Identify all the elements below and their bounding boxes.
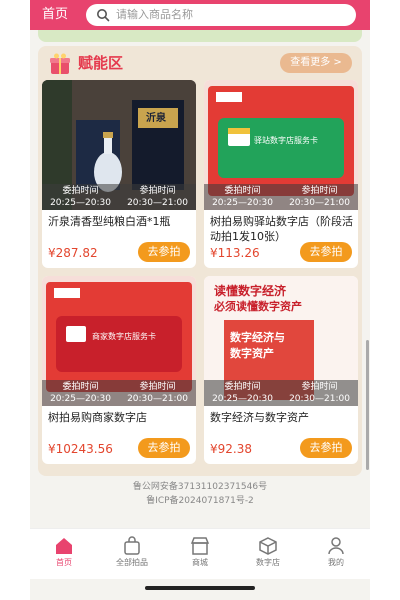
time-bar: 委拍时间 20:25—20:30 参拍时间 20:30—21:00	[42, 380, 196, 406]
bid-time-label: 参拍时间	[301, 186, 338, 196]
search-icon	[97, 9, 110, 22]
home-icon	[56, 538, 72, 554]
join-auction-button[interactable]: 去参拍	[300, 438, 352, 458]
nav-mall[interactable]: 商城	[166, 535, 234, 569]
consign-time: 委拍时间 20:25—20:30	[42, 382, 119, 405]
product-price: ¥92.38	[210, 442, 252, 456]
product-title: 数字经济与数字资产	[210, 411, 309, 424]
nav-mall-label: 商城	[192, 558, 208, 567]
bid-time: 参拍时间 20:30—21:00	[119, 186, 196, 209]
nav-mine-label: 我的	[328, 558, 344, 567]
page: 首页 请输入商品名称 赋能区 查看更多 > 沂泉 委拍时间 20:25—20:3…	[30, 0, 370, 600]
police-record: 鲁公网安备37131102371546号	[132, 482, 268, 492]
nav-all-items[interactable]: 全部拍品	[98, 535, 166, 569]
bid-time: 参拍时间 20:30—21:00	[281, 382, 358, 405]
nav-digital-store-label: 数字店	[256, 558, 280, 567]
bid-time-label: 参拍时间	[139, 382, 176, 392]
product-card[interactable]: 商家数字店服务卡 委拍时间 20:25—20:30 参拍时间 20:30—21:…	[42, 276, 196, 464]
empower-section: 赋能区 查看更多 > 沂泉 委拍时间 20:25—20:30 参拍时间 20:3…	[38, 46, 362, 476]
liquor-bottle-image: 沂泉 委拍时间 20:25—20:30 参拍时间 20:30—21:00	[42, 80, 196, 210]
bag-icon	[124, 536, 140, 555]
bid-time: 参拍时间 20:30—21:00	[119, 382, 196, 405]
product-title: 树拍易购商家数字店	[48, 411, 147, 424]
bid-time-value: 20:30—21:00	[289, 394, 350, 404]
consign-time: 委拍时间 20:25—20:30	[204, 186, 281, 209]
search-input[interactable]: 请输入商品名称	[86, 4, 356, 26]
book-title-text: 数字经济与数字资产	[230, 331, 285, 360]
book-headline-1: 读懂数字经济	[214, 284, 287, 298]
bottom-nav: 首页 全部拍品 商城 数字店 我的	[30, 528, 370, 579]
consign-time-label: 委拍时间	[224, 186, 261, 196]
time-bar: 委拍时间 20:25—20:30 参拍时间 20:30—21:00	[42, 184, 196, 210]
product-title: 沂泉清香型纯粮白酒*1瓶	[48, 215, 171, 228]
consign-time-label: 委拍时间	[62, 186, 99, 196]
user-icon	[328, 537, 344, 555]
book-cover-image: 读懂数字经济 必须读懂数字资产 数字经济与数字资产 委拍时间 20:25—20:…	[204, 276, 358, 406]
consign-time-value: 20:25—20:30	[50, 394, 111, 404]
service-card-text: 商家数字店服务卡	[92, 332, 156, 341]
green-service-card-image: 驿站数字店服务卡 委拍时间 20:25—20:30 参拍时间 20:30—21:…	[204, 80, 358, 210]
product-card[interactable]: 沂泉 委拍时间 20:25—20:30 参拍时间 20:30—21:00 沂泉清…	[42, 80, 196, 268]
product-title: 树拍易购驿站数字店（阶段活动拍1发10张）	[210, 215, 353, 243]
red-service-card-image: 商家数字店服务卡 委拍时间 20:25—20:30 参拍时间 20:30—21:…	[42, 276, 196, 406]
product-card[interactable]: 驿站数字店服务卡 委拍时间 20:25—20:30 参拍时间 20:30—21:…	[204, 80, 358, 268]
nav-home[interactable]: 首页	[30, 535, 98, 569]
bid-time-label: 参拍时间	[139, 186, 176, 196]
book-headline-2: 必须读懂数字资产	[214, 300, 302, 313]
nav-home-label: 首页	[56, 558, 72, 567]
scrollbar[interactable]	[366, 340, 369, 470]
consign-time: 委拍时间 20:25—20:30	[204, 382, 281, 405]
service-card-text: 驿站数字店服务卡	[254, 136, 318, 145]
shop-icon	[190, 537, 210, 555]
bid-time: 参拍时间 20:30—21:00	[281, 186, 358, 209]
bid-time-value: 20:30—21:00	[127, 198, 188, 208]
nav-digital-store[interactable]: 数字店	[234, 535, 302, 569]
product-card[interactable]: 读懂数字经济 必须读懂数字资产 数字经济与数字资产 委拍时间 20:25—20:…	[204, 276, 358, 464]
product-price: ¥113.26	[210, 246, 260, 260]
time-bar: 委拍时间 20:25—20:30 参拍时间 20:30—21:00	[204, 184, 358, 210]
consign-time-value: 20:25—20:30	[212, 394, 273, 404]
search-placeholder: 请输入商品名称	[116, 8, 193, 21]
nav-all-items-label: 全部拍品	[116, 558, 148, 567]
product-price: ¥10243.56	[48, 442, 113, 456]
time-bar: 委拍时间 20:25—20:30 参拍时间 20:30—21:00	[204, 380, 358, 406]
home-title: 首页	[42, 7, 69, 22]
consign-time-label: 委拍时间	[224, 382, 261, 392]
registration-info: 鲁公网安备37131102371546号 鲁ICP备2024071871号-2	[30, 480, 370, 508]
home-indicator[interactable]	[145, 586, 255, 590]
icp-record: 鲁ICP备2024071871号-2	[146, 496, 254, 506]
header-bar: 首页 请输入商品名称	[30, 0, 370, 30]
bottle-brand-text: 沂泉	[146, 113, 166, 124]
bid-time-label: 参拍时间	[301, 382, 338, 392]
previous-section-edge	[38, 30, 362, 42]
consign-time-label: 委拍时间	[62, 382, 99, 392]
gift-icon	[50, 53, 70, 74]
join-auction-button[interactable]: 去参拍	[300, 242, 352, 262]
consign-time: 委拍时间 20:25—20:30	[42, 186, 119, 209]
view-more-button[interactable]: 查看更多 >	[280, 53, 352, 73]
product-price: ¥287.82	[48, 246, 98, 260]
join-auction-button[interactable]: 去参拍	[138, 438, 190, 458]
section-title: 赋能区	[78, 54, 124, 72]
cube-icon	[259, 537, 277, 555]
consign-time-value: 20:25—20:30	[212, 198, 273, 208]
bid-time-value: 20:30—21:00	[289, 198, 350, 208]
join-auction-button[interactable]: 去参拍	[138, 242, 190, 262]
bid-time-value: 20:30—21:00	[127, 394, 188, 404]
nav-mine[interactable]: 我的	[302, 535, 370, 569]
consign-time-value: 20:25—20:30	[50, 198, 111, 208]
